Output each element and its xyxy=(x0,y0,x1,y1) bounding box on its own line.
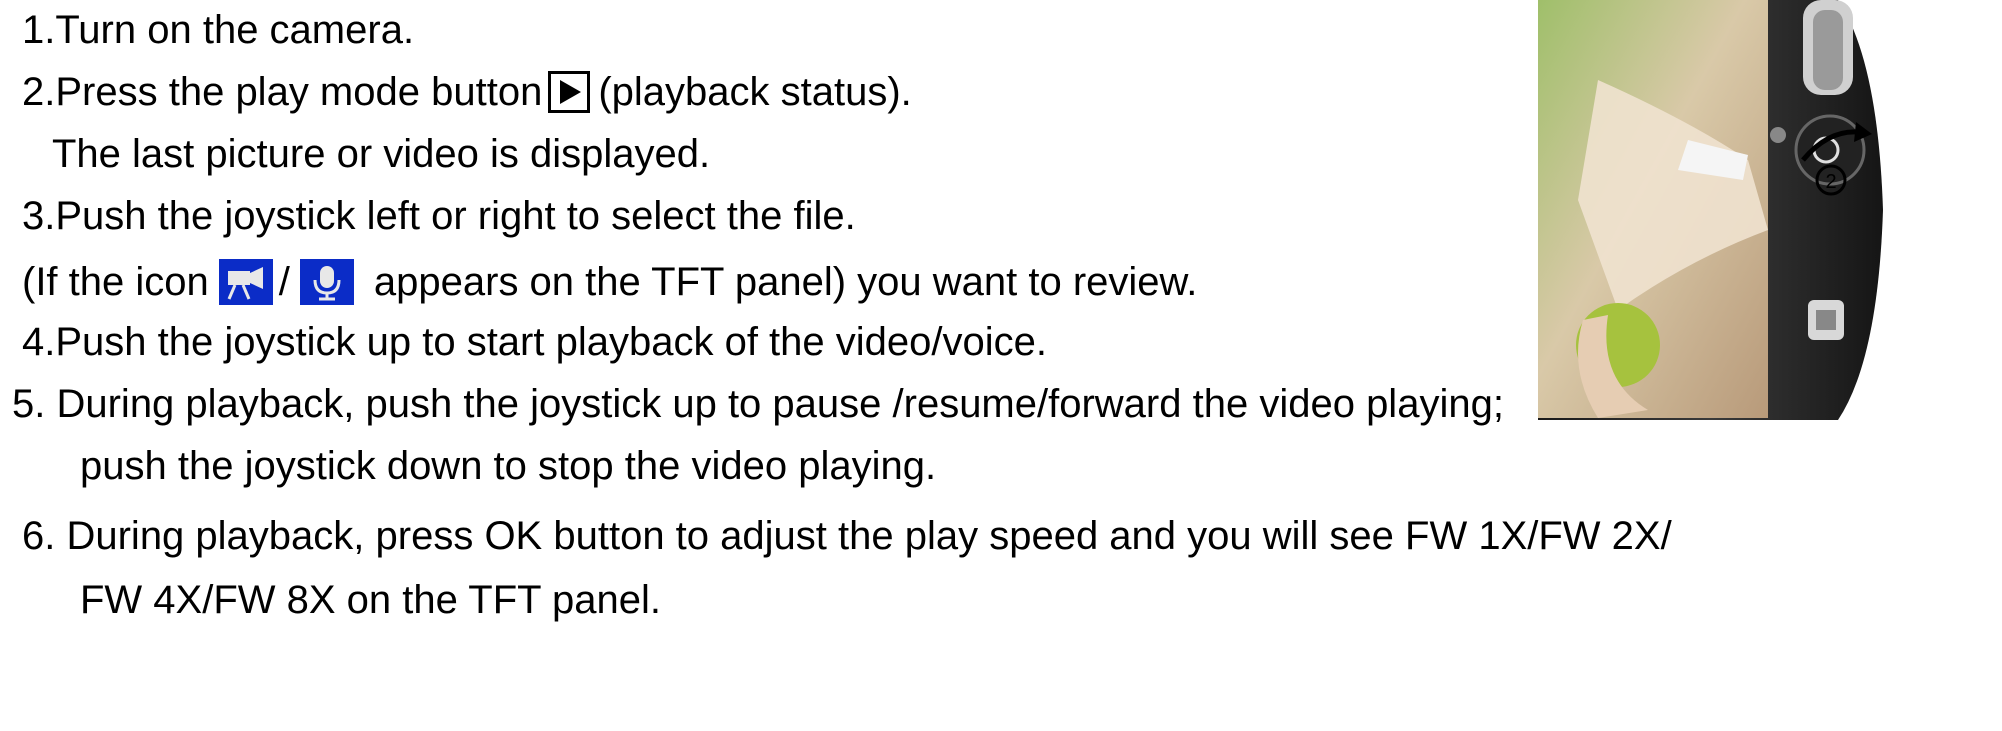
microphone-icon xyxy=(299,259,354,305)
step-1-text: 1.Turn on the camera. xyxy=(22,8,415,52)
step-3-suffix: appears on the TFT panel) you want to re… xyxy=(373,260,1198,304)
step-6-text: 6. During playback, press OK button to a… xyxy=(22,514,1672,558)
play-icon xyxy=(548,71,591,113)
step-3: 3.Push the joystick left or right to sel… xyxy=(22,192,856,240)
step-3-separator: / xyxy=(278,260,290,304)
step-2: 2.Press the play mode button (playback s… xyxy=(22,68,912,116)
step-2-note: The last picture or video is displayed. xyxy=(52,130,710,178)
step-4: 4.Push the joystick up to start playback… xyxy=(22,318,1047,366)
step-6: 6. During playback, press OK button to a… xyxy=(22,512,1672,560)
step-6-continued: FW 4X/FW 8X on the TFT panel. xyxy=(80,576,661,624)
step-5-continued-text: push the joystick down to stop the video… xyxy=(80,444,937,488)
step-6-continued-text: FW 4X/FW 8X on the TFT panel. xyxy=(80,578,661,622)
callout-number: 2 xyxy=(1825,171,1836,193)
step-3-icons: (If the icon / appears on the TFT panel)… xyxy=(22,258,1197,306)
step-5-continued: push the joystick down to stop the video… xyxy=(80,442,936,490)
step-1: 1.Turn on the camera. xyxy=(22,6,414,54)
step-2-status: (playback status). xyxy=(598,70,912,114)
step-5-text: 5. During playback, push the joystick up… xyxy=(12,382,1504,426)
step-3-prefix: (If the icon xyxy=(22,260,209,304)
step-4-text: 4.Push the joystick up to start playback… xyxy=(22,320,1047,364)
video-camera-icon xyxy=(218,259,273,305)
step-3-text: 3.Push the joystick left or right to sel… xyxy=(22,194,856,238)
step-5: 5. During playback, push the joystick up… xyxy=(12,380,1504,428)
step-2-text: 2.Press the play mode button xyxy=(22,70,543,114)
step-2-note-text: The last picture or video is displayed. xyxy=(52,132,711,176)
camera-photo: 2 xyxy=(1538,0,1908,420)
